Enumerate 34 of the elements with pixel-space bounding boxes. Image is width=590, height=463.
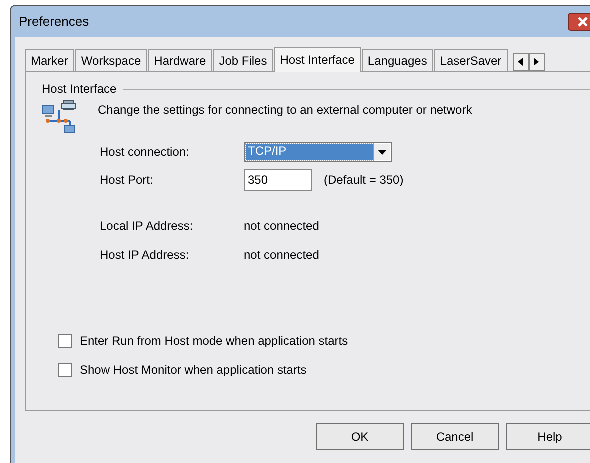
- tab[interactable]: Job Files: [213, 49, 274, 71]
- info-value: not connected: [244, 248, 320, 262]
- tab[interactable]: Workspace: [75, 49, 148, 71]
- close-icon: [577, 16, 589, 26]
- checkbox[interactable]: [58, 363, 72, 377]
- scroll-right-button[interactable]: [528, 53, 545, 71]
- checkbox-label: Enter Run from Host mode when application starts: [80, 334, 348, 348]
- dialog-button[interactable]: Help: [506, 423, 590, 450]
- tab[interactable]: Marker: [25, 49, 74, 71]
- info-label: Host IP Address:: [100, 248, 190, 262]
- scroll-left-button[interactable]: [512, 53, 529, 71]
- left-arrow-icon: [518, 58, 524, 66]
- right-arrow-icon: [534, 58, 540, 66]
- tab[interactable]: Hardware: [148, 49, 212, 71]
- host-port-field[interactable]: 350: [244, 169, 312, 191]
- checkbox-label: Show Host Monitor when application starts: [80, 363, 307, 377]
- dialog-button[interactable]: Cancel: [411, 423, 499, 450]
- info-label: Local IP Address:: [100, 219, 194, 233]
- caret-icon: [378, 150, 386, 154]
- group-title: Host Interface: [42, 82, 117, 96]
- host-connection-dropdown[interactable]: TCP/IP: [244, 142, 392, 162]
- description-text: Change the settings for connecting to an external computer or network: [98, 103, 472, 117]
- checkbox[interactable]: [58, 334, 72, 348]
- network-computers-icon: [42, 100, 76, 134]
- tab[interactable]: LaserSaver: [434, 49, 508, 71]
- dialog-button[interactable]: OK: [316, 423, 404, 450]
- tab[interactable]: Host Interface: [274, 47, 361, 72]
- tab[interactable]: Languages: [362, 49, 434, 71]
- default-note: (Default = 350): [323, 173, 405, 187]
- info-value: not connected: [244, 219, 320, 233]
- close-button[interactable]: [568, 12, 590, 30]
- window-title: Preferences: [19, 14, 90, 29]
- host-connection-label: Host connection:: [100, 145, 190, 159]
- host-port-label: Host Port:: [100, 173, 154, 187]
